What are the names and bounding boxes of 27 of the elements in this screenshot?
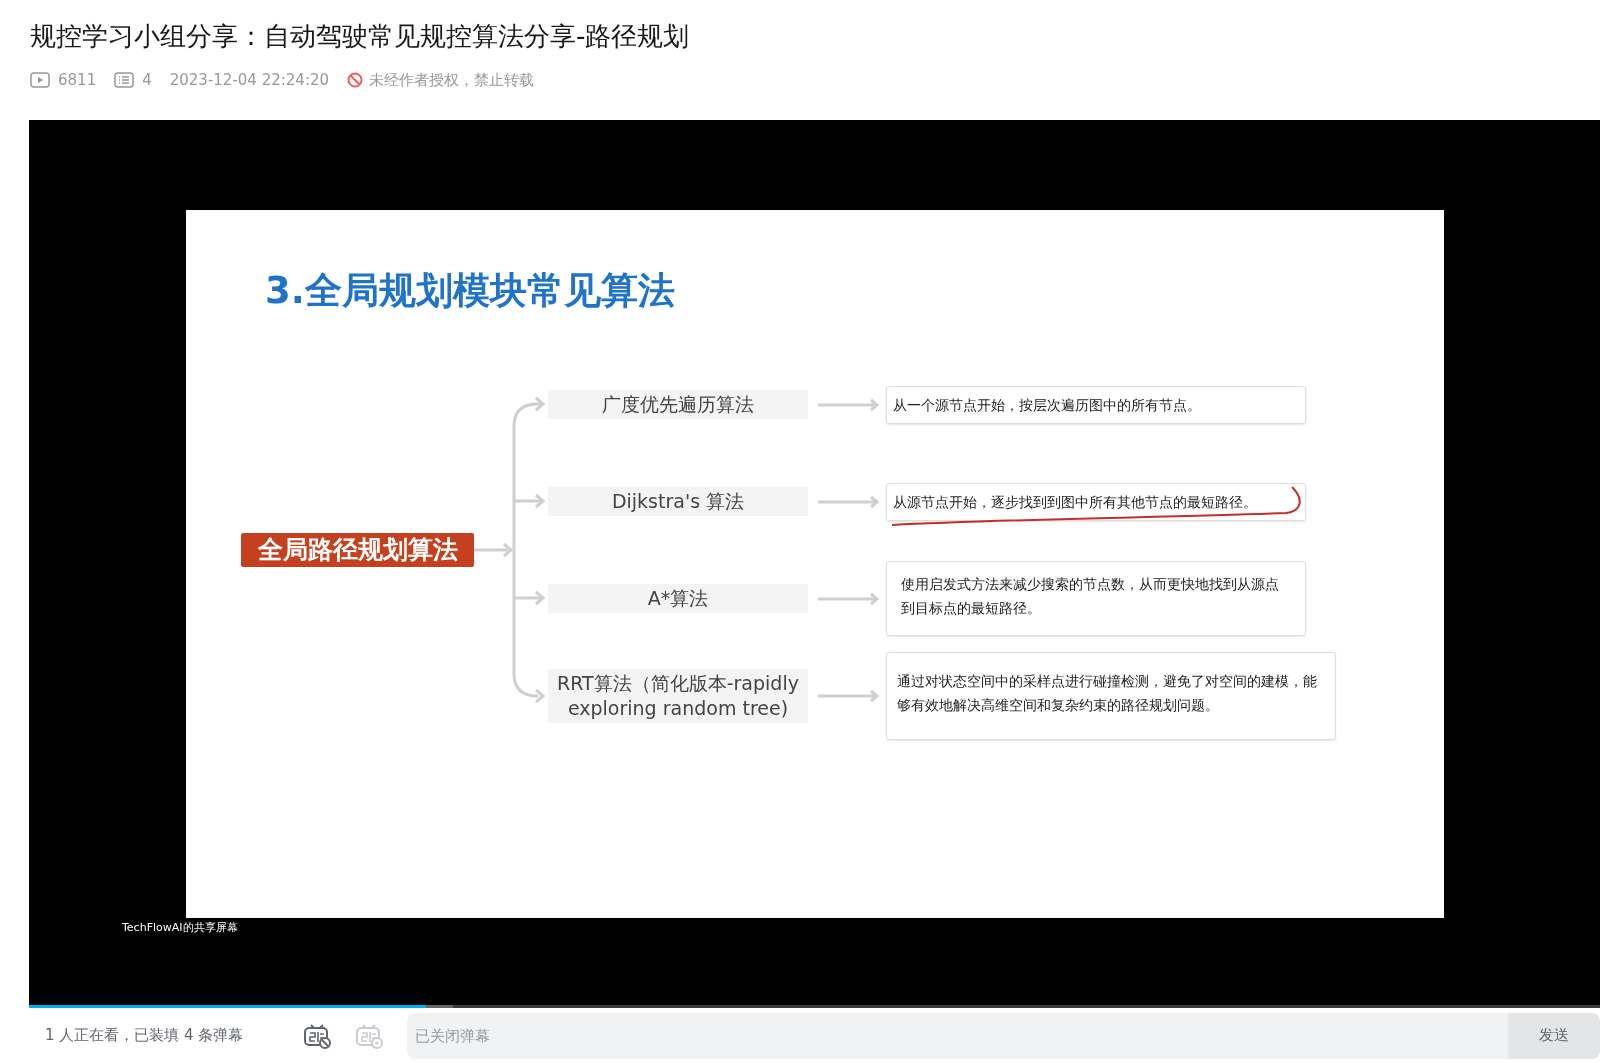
connector-arrow: [816, 493, 882, 510]
danmaku-off-icon[interactable]: [303, 1022, 331, 1049]
play-icon: [30, 72, 50, 88]
screen-share-label: TechFlowAI的共享屏幕: [122, 920, 238, 935]
prohibited-icon: [347, 72, 364, 88]
comment-icon: [114, 72, 135, 88]
connector-arrow: [816, 590, 882, 607]
comment-count: 4: [142, 71, 152, 89]
connector-arrow: [816, 396, 882, 413]
copyright-notice: 未经作者授权，禁止转载: [369, 70, 535, 90]
branch-node: RRT算法（简化版本-rapidly exploring random tree): [548, 668, 808, 723]
description-box: 从一个源节点开始，按层次遍历图中的所有节点。: [886, 385, 1306, 424]
slide-title: 3.全局规划模块常见算法: [265, 268, 676, 314]
connector-arrow: [816, 687, 882, 704]
branch-node: Dijkstra's 算法: [548, 487, 808, 516]
description-box: 通过对状态空间中的采样点进行碰撞检测，避免了对空间的建模，能够有效地解决高维空间和复杂约束的路径规划问题。: [886, 651, 1336, 740]
publish-date: 2023-12-04 22:24:20: [169, 71, 330, 89]
viewer-status: 1 人正在看，已装填 4 条弹幕: [45, 1026, 245, 1045]
description-box: 从源节点开始，逐步找到到图中所有其他节点的最短路径。: [886, 482, 1306, 521]
send-button[interactable]: 发送: [1508, 1012, 1600, 1059]
view-count: 6811: [58, 71, 97, 89]
progress-bar[interactable]: [29, 1005, 1600, 1008]
video-title: 规控学习小组分享：自动驾驶常见规控算法分享-路径规划: [29, 20, 691, 53]
description-box: 使用启发式方法来减少搜索的节点数，从而更快地找到从源点到目标点的最短路径。: [886, 561, 1306, 636]
branch-node: A*算法: [548, 584, 808, 613]
branch-node: 广度优先遍历算法: [548, 390, 808, 419]
root-node: 全局路径规划算法: [241, 533, 474, 567]
